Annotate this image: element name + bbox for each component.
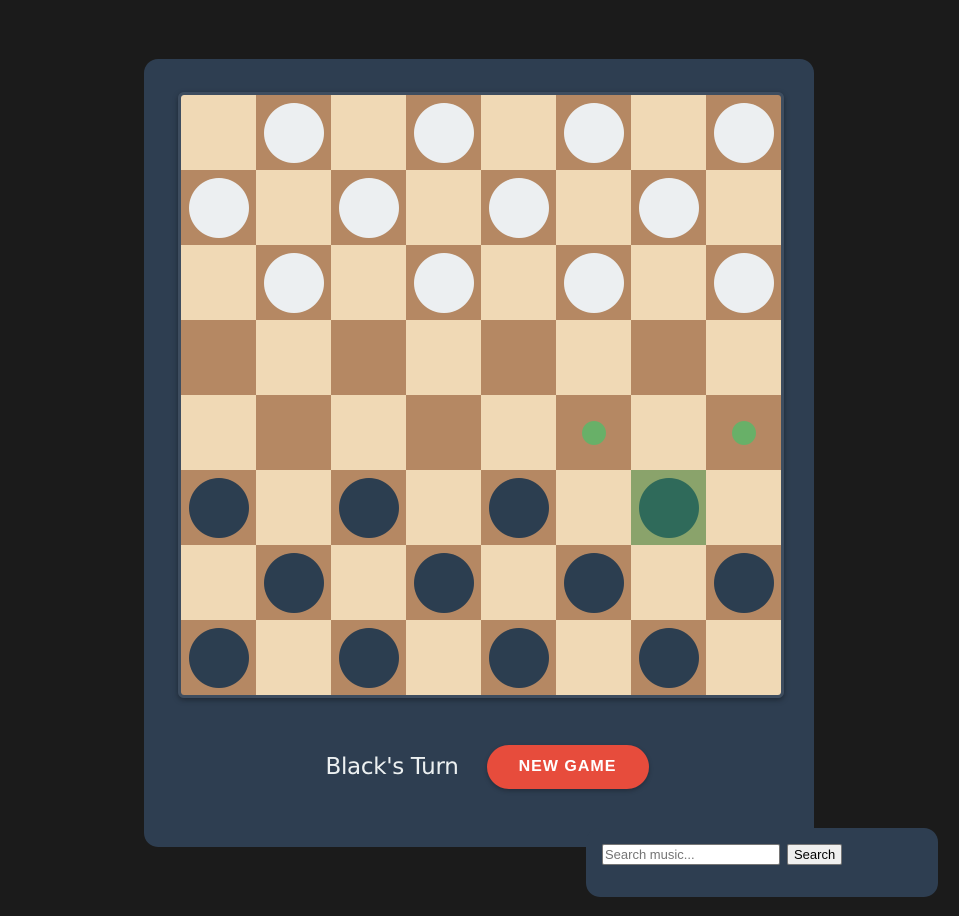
white-piece[interactable] <box>188 177 249 238</box>
board-square[interactable] <box>256 545 331 620</box>
board-square[interactable] <box>481 620 556 695</box>
music-search-button[interactable]: Search <box>787 844 843 865</box>
board-square[interactable] <box>256 395 331 470</box>
board-square[interactable] <box>706 395 781 470</box>
valid-move-indicator[interactable] <box>581 420 606 445</box>
board-square[interactable] <box>331 95 406 170</box>
board-square[interactable] <box>331 470 406 545</box>
board-square[interactable] <box>481 170 556 245</box>
white-piece[interactable] <box>413 252 474 313</box>
board-square[interactable] <box>331 620 406 695</box>
board-square[interactable] <box>256 320 331 395</box>
board-square[interactable] <box>706 545 781 620</box>
board-square[interactable] <box>406 320 481 395</box>
music-search-input[interactable] <box>602 844 780 865</box>
board-square[interactable] <box>406 95 481 170</box>
board-square[interactable] <box>631 95 706 170</box>
black-piece[interactable] <box>638 627 699 688</box>
board-square[interactable] <box>181 545 256 620</box>
black-piece[interactable] <box>563 552 624 613</box>
board-square[interactable] <box>331 395 406 470</box>
white-piece[interactable] <box>563 102 624 163</box>
board-square[interactable] <box>631 620 706 695</box>
white-piece[interactable] <box>488 177 549 238</box>
black-piece[interactable] <box>188 477 249 538</box>
white-piece[interactable] <box>263 252 324 313</box>
board-square[interactable] <box>406 395 481 470</box>
black-piece[interactable] <box>488 477 549 538</box>
game-controls: Black's Turn NEW GAME <box>144 745 814 789</box>
board-square[interactable] <box>406 245 481 320</box>
board-square[interactable] <box>556 545 631 620</box>
board-square[interactable] <box>256 470 331 545</box>
board-square[interactable] <box>706 470 781 545</box>
board-square[interactable] <box>181 95 256 170</box>
white-piece[interactable] <box>713 252 774 313</box>
board-square[interactable] <box>181 320 256 395</box>
board-square[interactable] <box>256 620 331 695</box>
white-piece[interactable] <box>413 102 474 163</box>
board-square[interactable] <box>406 545 481 620</box>
board-square[interactable] <box>406 170 481 245</box>
board-square[interactable] <box>556 170 631 245</box>
board-square[interactable] <box>256 170 331 245</box>
game-panel: Black's Turn NEW GAME <box>144 59 814 847</box>
black-piece[interactable] <box>338 477 399 538</box>
board-square[interactable] <box>481 320 556 395</box>
black-piece[interactable] <box>338 627 399 688</box>
white-piece[interactable] <box>638 177 699 238</box>
board-square[interactable] <box>631 395 706 470</box>
music-search-panel: Search <box>586 828 938 897</box>
new-game-button[interactable]: NEW GAME <box>486 745 649 789</box>
board-square[interactable] <box>181 395 256 470</box>
white-piece[interactable] <box>713 102 774 163</box>
black-piece[interactable] <box>188 627 249 688</box>
black-piece[interactable] <box>713 552 774 613</box>
board-square[interactable] <box>481 245 556 320</box>
board-square[interactable] <box>331 320 406 395</box>
board-square[interactable] <box>481 95 556 170</box>
valid-move-indicator[interactable] <box>731 420 756 445</box>
board-square[interactable] <box>406 470 481 545</box>
board-square[interactable] <box>556 320 631 395</box>
turn-status: Black's Turn <box>325 754 459 780</box>
board-square[interactable] <box>706 620 781 695</box>
board-square[interactable] <box>181 245 256 320</box>
board-square[interactable] <box>481 470 556 545</box>
board-square[interactable] <box>556 395 631 470</box>
board-square[interactable] <box>631 545 706 620</box>
checkers-board <box>178 92 784 698</box>
board-square[interactable] <box>556 245 631 320</box>
board-square[interactable] <box>481 545 556 620</box>
board-square[interactable] <box>181 620 256 695</box>
board-square[interactable] <box>481 395 556 470</box>
board-square[interactable] <box>706 95 781 170</box>
board-square[interactable] <box>181 170 256 245</box>
board-square[interactable] <box>331 170 406 245</box>
board-square[interactable] <box>631 320 706 395</box>
black-piece[interactable] <box>413 552 474 613</box>
white-piece[interactable] <box>338 177 399 238</box>
white-piece[interactable] <box>563 252 624 313</box>
board-square[interactable] <box>331 545 406 620</box>
white-piece[interactable] <box>263 102 324 163</box>
board-square[interactable] <box>181 470 256 545</box>
black-piece[interactable] <box>488 627 549 688</box>
board-square[interactable] <box>631 245 706 320</box>
board-square[interactable] <box>631 170 706 245</box>
board-square[interactable] <box>706 320 781 395</box>
board-square[interactable] <box>556 470 631 545</box>
board-square[interactable] <box>331 245 406 320</box>
board-square[interactable] <box>706 245 781 320</box>
black-piece[interactable] <box>263 552 324 613</box>
board-square[interactable] <box>631 470 706 545</box>
board-square[interactable] <box>406 620 481 695</box>
board-square[interactable] <box>556 95 631 170</box>
board-square[interactable] <box>556 620 631 695</box>
board-square[interactable] <box>256 95 331 170</box>
board-square[interactable] <box>256 245 331 320</box>
board-square[interactable] <box>706 170 781 245</box>
black-piece[interactable] <box>638 477 699 538</box>
